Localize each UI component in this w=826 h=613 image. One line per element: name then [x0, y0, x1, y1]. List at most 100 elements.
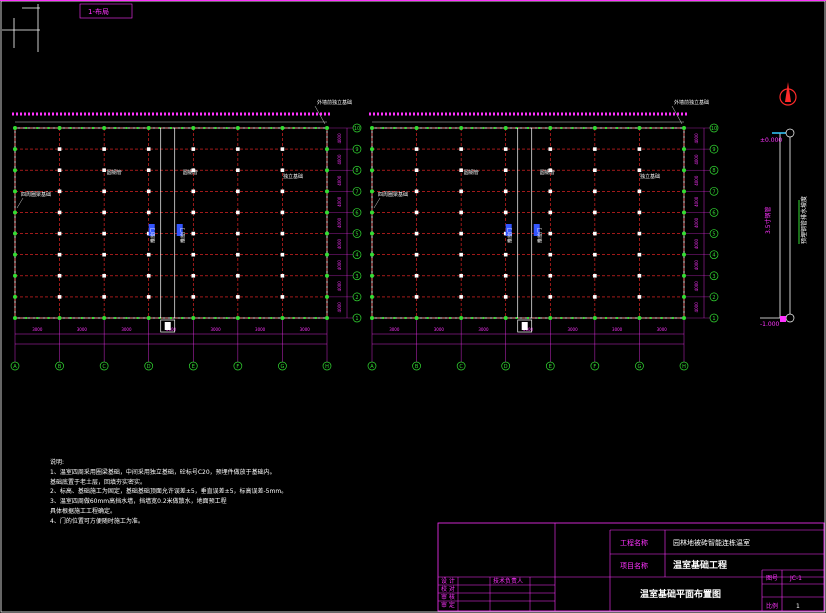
perimeter-footing: [370, 252, 374, 257]
col-axis-label: G: [280, 364, 284, 370]
plan-outline: [371, 127, 685, 319]
column-footing: [637, 189, 642, 194]
column-footing: [236, 189, 240, 194]
row-axis-label: 10: [354, 126, 360, 132]
column-footing: [459, 168, 463, 173]
edge-post: [47, 317, 50, 319]
edge-post: [660, 127, 663, 129]
column-footing: [503, 295, 508, 299]
row-dim-label: 4000: [337, 154, 342, 165]
row-axis-label: 1: [355, 316, 358, 322]
column-label: 圆钢管: [540, 169, 555, 176]
column-footing: [280, 189, 285, 194]
bay-dim-label: 3000: [657, 327, 668, 332]
edge-post: [460, 317, 463, 319]
edge-post: [471, 317, 474, 319]
column-footing: [593, 147, 597, 151]
bay-dim-label: 3000: [32, 327, 43, 332]
edge-post: [259, 317, 262, 319]
perimeter-footing: [325, 273, 329, 278]
column-footing: [191, 189, 196, 194]
row-axis-label: 2: [355, 295, 358, 301]
col-axis-label: F: [593, 364, 596, 370]
plan-outline: [14, 127, 328, 319]
edge-post: [560, 317, 563, 319]
edge-post: [571, 127, 574, 129]
row-dim-label: 4000: [337, 281, 342, 292]
column-footing: [637, 252, 642, 257]
edge-post: [527, 317, 529, 319]
design-notes: 说明: 1、温室四周采用圈梁基础，中间采用独立基础，砼标号C20，预埋件做放于基…: [50, 458, 410, 527]
edge-post: [549, 317, 552, 319]
row-dim-label: 4000: [337, 196, 342, 207]
edge-post: [371, 317, 373, 319]
perimeter-footing: [13, 231, 17, 236]
column-footing: [548, 210, 553, 215]
row-dim-label: 4000: [694, 238, 699, 249]
column-footing: [593, 252, 597, 257]
col-axis-label: C: [102, 364, 106, 370]
column-footing: [102, 168, 106, 173]
perimeter-footing: [13, 294, 17, 299]
project-label: 工程名称: [620, 538, 648, 547]
edge-post: [214, 127, 217, 129]
row-axis-label: 1: [712, 316, 715, 322]
edge-post: [382, 317, 385, 319]
column-footing: [191, 210, 196, 215]
edge-post: [560, 127, 563, 129]
edge-post: [504, 317, 507, 319]
edge-post: [582, 127, 585, 129]
floor-plan-left: 10 4000 9 4000 8 4000 7 4000 6 4000 5 4000 4 4000 3 400…: [10, 99, 362, 371]
perimeter-footing: [370, 294, 374, 299]
row-dim-label: 4000: [337, 133, 342, 144]
note-line-5: 具体根据施工工程确定。: [50, 507, 117, 515]
column-footing: [548, 189, 553, 194]
bay-dim-label: 3000: [77, 327, 88, 332]
edge-post: [527, 127, 529, 129]
tb-row-1: 设 计: [441, 577, 455, 585]
edge-post: [36, 127, 39, 129]
column-label: 圆钢管: [183, 169, 198, 176]
row-axis-label: 8: [355, 168, 358, 174]
column-footing: [637, 168, 642, 173]
edge-post: [449, 127, 451, 129]
edge-post: [80, 317, 83, 319]
note-line-4: 3、温室四周做60mm高挡水墙，挡墙宽0.2米做散水，地面预工程: [50, 498, 227, 506]
bay-dim-label: 3000: [567, 327, 578, 332]
edge-post: [571, 317, 574, 319]
edge-post: [393, 127, 396, 129]
column-footing: [280, 168, 285, 173]
column-footing: [102, 147, 106, 151]
north-arrow-icon: [779, 82, 797, 106]
door-label: 推拉门: [150, 228, 157, 243]
edge-post: [482, 317, 485, 319]
column-footing: [280, 147, 285, 151]
side-wall-label: 四周圈梁基础: [21, 191, 51, 198]
column-footing: [459, 147, 463, 151]
col-axis-label: A: [370, 364, 374, 370]
column-footing: [459, 252, 463, 257]
row-axis-label: 7: [712, 189, 715, 195]
row-axis-label: 7: [355, 189, 358, 195]
column-footing: [236, 273, 240, 278]
col-axis-label: F: [236, 364, 239, 370]
col-axis-label: H: [682, 364, 686, 370]
column-footing: [57, 295, 62, 299]
column-footing: [414, 210, 419, 215]
column-footing: [637, 231, 642, 236]
edge-post: [36, 317, 39, 319]
column-footing: [459, 210, 463, 215]
bay-dim-label: 3000: [300, 327, 311, 332]
col-axis-label: D: [147, 364, 151, 370]
row-dim-label: 4000: [337, 260, 342, 271]
column-label: 圆钢管: [464, 169, 479, 176]
row-axis-label: 4: [355, 253, 358, 259]
sheet-label: 比例: [766, 602, 778, 610]
column-footing: [593, 231, 597, 236]
column-footing: [102, 295, 106, 299]
edge-post: [393, 317, 396, 319]
edge-post: [605, 127, 607, 129]
column-footing: [102, 273, 106, 278]
column-footing: [637, 295, 642, 299]
column-footing: [503, 168, 508, 173]
